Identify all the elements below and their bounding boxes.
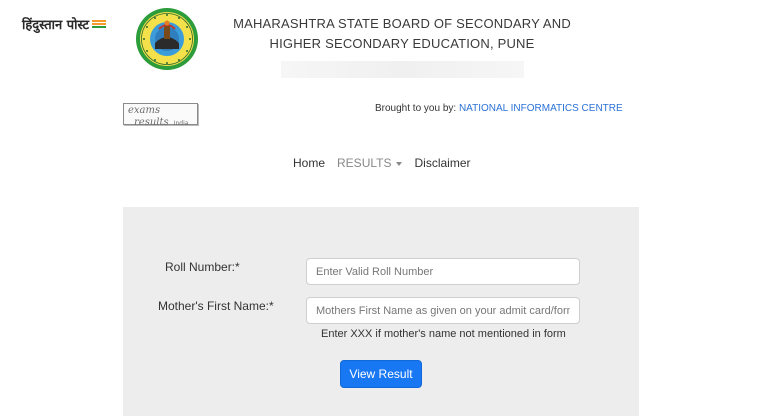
view-result-button[interactable]: View Result (340, 360, 422, 388)
main-nav: Home RESULTS Disclaimer (293, 156, 483, 170)
board-title-line2: HIGHER SECONDARY EDUCATION, PUNE (269, 36, 535, 51)
brought-to-you-by: Brought to you by: NATIONAL INFORMATICS … (375, 103, 623, 114)
nav-home[interactable]: Home (293, 156, 325, 170)
brought-text: Brought to you by: (375, 103, 457, 114)
mother-name-label: Mother's First Name:* (158, 299, 274, 313)
partner-logo-text: हिंदुस्तान पोस्ट (22, 18, 90, 33)
board-title-line1: MAHARASHTRA STATE BOARD OF SECONDARY AND (233, 16, 571, 31)
mother-name-input[interactable] (306, 297, 580, 324)
exams-logo-word1: exams (128, 105, 161, 116)
nav-results-label: RESULTS (337, 156, 392, 170)
flag-stripes-icon (92, 20, 107, 28)
nav-disclaimer[interactable]: Disclaimer (414, 156, 470, 170)
caret-down-icon (396, 161, 403, 166)
nav-results-dropdown[interactable]: RESULTS (337, 156, 403, 170)
board-title: MAHARASHTRA STATE BOARD OF SECONDARY AND… (232, 14, 572, 54)
exams-logo-word3: India (173, 120, 189, 127)
roll-number-label: Roll Number:* (165, 260, 240, 274)
roll-number-input[interactable] (306, 258, 580, 285)
exams-results-logo[interactable]: exams results India (123, 103, 198, 128)
board-seal-icon (136, 8, 198, 70)
partner-logo[interactable]: हिंदुस्तान पोस्ट (22, 15, 107, 33)
nic-link[interactable]: NATIONAL INFORMATICS CENTRE (459, 103, 623, 114)
mother-name-hint: Enter XXX if mother's name not mentioned… (321, 328, 566, 340)
title-shade-strip (281, 61, 524, 78)
exams-logo-word2: results (134, 117, 169, 128)
